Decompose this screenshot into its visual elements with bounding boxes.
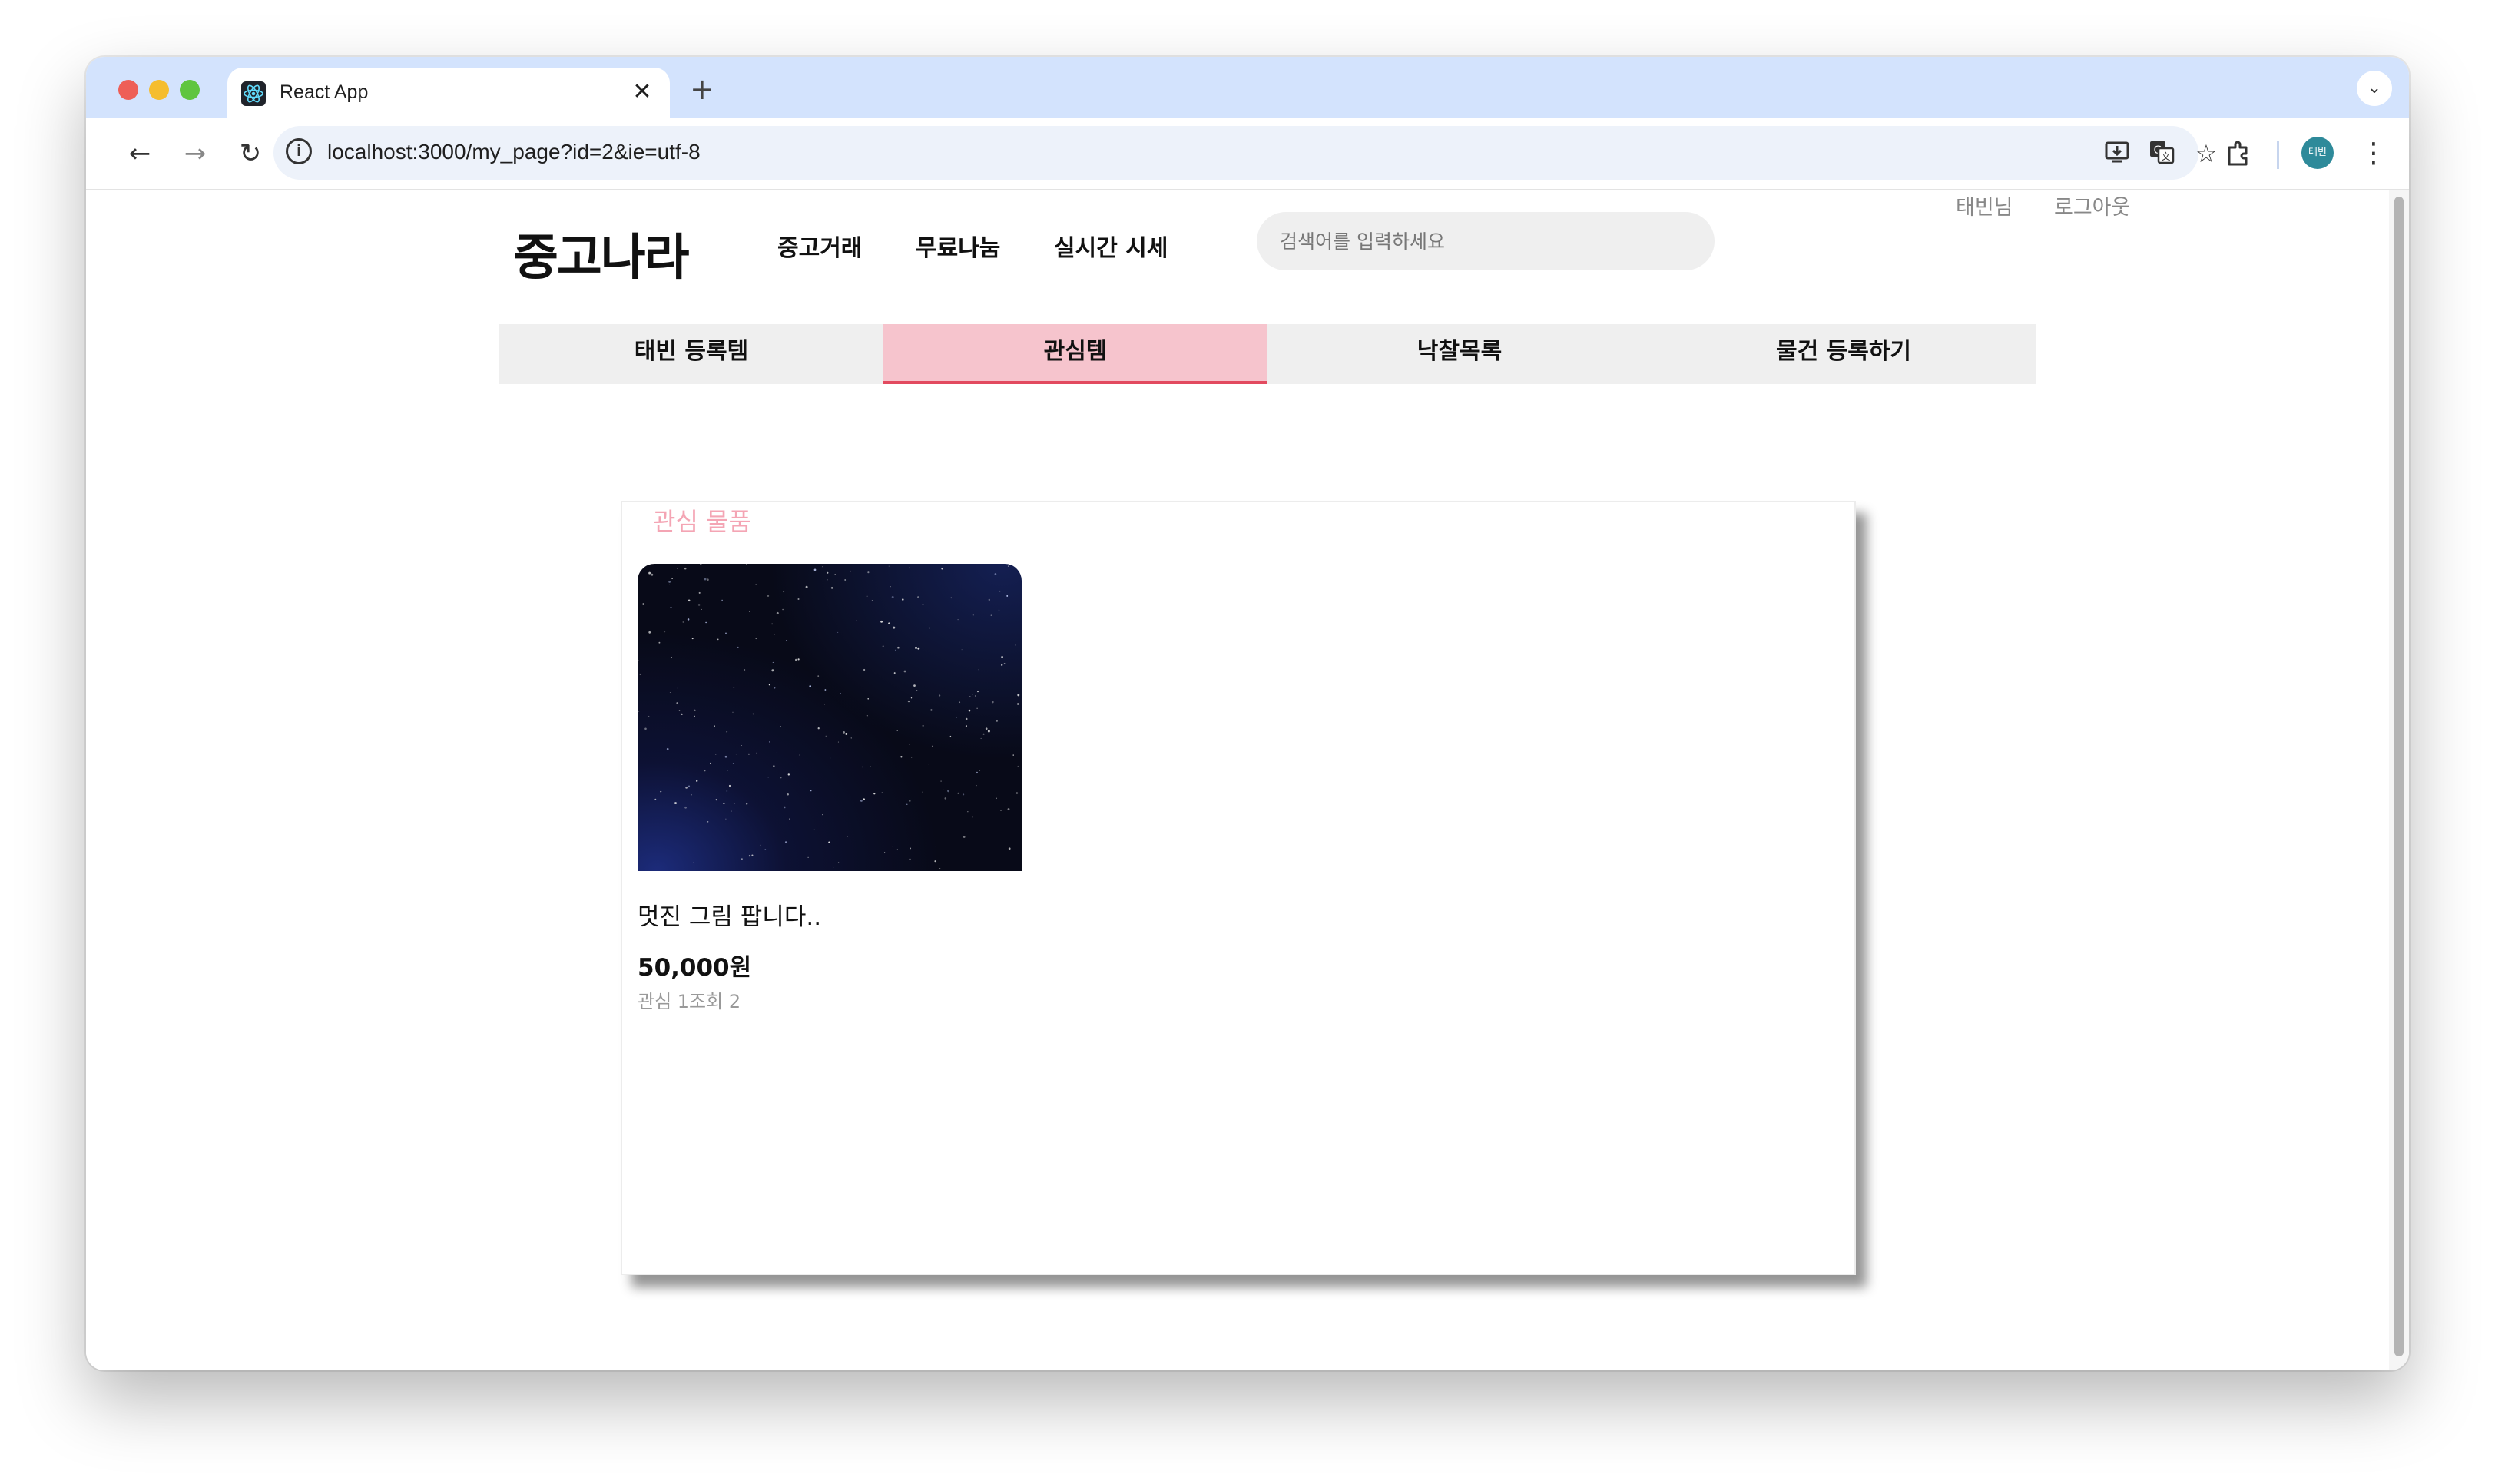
- nav-free-sharing[interactable]: 무료나눔: [916, 229, 1000, 263]
- install-app-icon[interactable]: [2102, 138, 2132, 169]
- site-logo[interactable]: 중고나라: [513, 218, 690, 289]
- address-bar[interactable]: i localhost:3000/my_page?id=2&ie=utf-8 G…: [273, 126, 2217, 180]
- page-viewport: 태빈님 로그아웃 중고나라 중고거래 무료나눔 실시간 시세 태빈 등록템 관심…: [86, 190, 2409, 1370]
- close-window-button[interactable]: [118, 80, 138, 100]
- user-name-link[interactable]: 태빈님: [1956, 190, 2013, 220]
- tab-watchlist[interactable]: 관심템: [883, 324, 1267, 384]
- tab-my-registered-items[interactable]: 태빈 등록템: [499, 324, 883, 384]
- url-text[interactable]: localhost:3000/my_page?id=2&ie=utf-8: [327, 140, 701, 164]
- item-thumbnail-image[interactable]: [638, 564, 1022, 871]
- extensions-puzzle-icon[interactable]: [2222, 137, 2255, 171]
- close-tab-icon[interactable]: ✕: [628, 78, 656, 106]
- forward-arrow-icon[interactable]: →: [175, 134, 215, 174]
- search-input[interactable]: [1257, 212, 1715, 270]
- tab-won-bids[interactable]: 낙찰목록: [1267, 324, 1652, 384]
- site-info-icon[interactable]: i: [286, 138, 312, 164]
- tab-strip: React App ✕ + ⌄: [86, 57, 2409, 118]
- nav-secondhand-trade[interactable]: 중고거래: [777, 229, 862, 263]
- page-scrollbar[interactable]: [2389, 190, 2409, 1370]
- translate-icon[interactable]: G文: [2146, 138, 2177, 169]
- profile-avatar[interactable]: 태빈: [2301, 137, 2334, 169]
- browser-toolbar: ← → ↻ i localhost:3000/my_page?id=2&ie=u…: [86, 118, 2409, 190]
- browser-menu-icon[interactable]: ⋮: [2360, 135, 2387, 172]
- tab-search-chevron-icon[interactable]: ⌄: [2357, 71, 2392, 106]
- new-tab-button[interactable]: +: [687, 74, 717, 104]
- tab-title: React App: [280, 81, 369, 103]
- logout-link[interactable]: 로그아웃: [2054, 190, 2130, 220]
- toolbar-divider: [2277, 141, 2279, 169]
- bookmark-star-icon[interactable]: ☆: [2191, 138, 2222, 169]
- back-arrow-icon[interactable]: ←: [120, 134, 160, 174]
- panel-title: 관심 물품: [653, 507, 751, 536]
- item-stats: 관심 1조회 2: [638, 991, 741, 1012]
- item-price: 50,000원: [638, 954, 752, 982]
- reload-icon[interactable]: ↻: [230, 134, 270, 174]
- svg-text:文: 文: [2161, 151, 2170, 162]
- browser-tab[interactable]: React App ✕: [227, 68, 670, 118]
- mypage-tabs: 태빈 등록템 관심템 낙찰목록 물건 등록하기: [499, 324, 2036, 384]
- browser-window: React App ✕ + ⌄ ← → ↻ i localhost:3000/m…: [86, 57, 2409, 1370]
- watchlist-panel: 관심 물품 멋진 그림 팝니다.. 50,000원 관심 1조회 2: [621, 501, 1856, 1275]
- tab-register-item[interactable]: 물건 등록하기: [1652, 324, 2036, 384]
- scrollbar-thumb[interactable]: [2394, 197, 2404, 1356]
- react-favicon-icon: [241, 81, 266, 106]
- item-title[interactable]: 멋진 그림 팝니다..: [638, 897, 821, 932]
- maximize-window-button[interactable]: [180, 80, 200, 100]
- nav-realtime-price[interactable]: 실시간 시세: [1054, 229, 1168, 263]
- minimize-window-button[interactable]: [149, 80, 169, 100]
